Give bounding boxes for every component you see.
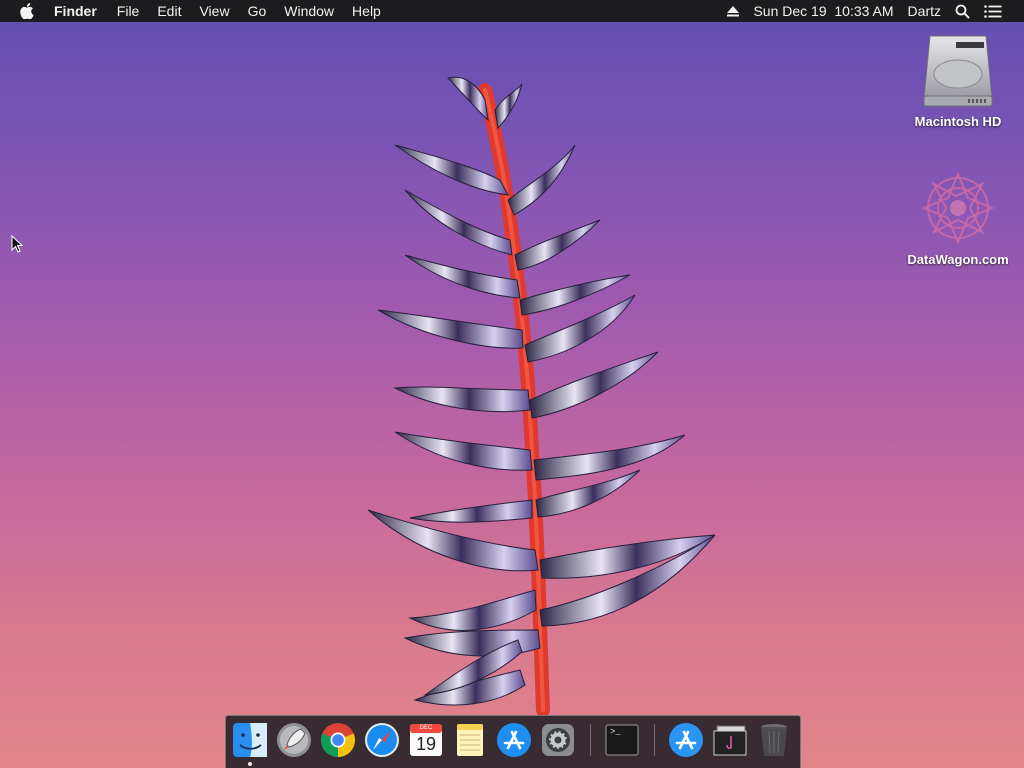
menu-window[interactable]: Window: [284, 0, 334, 22]
menu-edit[interactable]: Edit: [157, 0, 181, 22]
dock-separator: [590, 724, 591, 756]
applications-folder-icon: [669, 723, 703, 757]
dock-notes[interactable]: [451, 721, 489, 759]
dock-launchpad[interactable]: [275, 721, 313, 759]
system-preferences-icon: [542, 724, 574, 756]
desktop-icon-macintosh-hd[interactable]: Macintosh HD: [898, 30, 1018, 129]
dock-safari[interactable]: [363, 721, 401, 759]
dock-app-store[interactable]: [495, 721, 533, 759]
menu-app-finder[interactable]: Finder: [54, 0, 97, 22]
app-store-icon: [497, 723, 531, 757]
desktop-icon-label: Macintosh HD: [914, 114, 1002, 129]
menu-file[interactable]: File: [117, 0, 140, 22]
downloads-stack-icon: [713, 725, 747, 756]
dock-terminal[interactable]: >_: [603, 721, 641, 759]
notification-center-icon[interactable]: [984, 4, 1002, 18]
dock-chrome[interactable]: [319, 721, 357, 759]
menu-view[interactable]: View: [199, 0, 229, 22]
safari-icon: [365, 723, 399, 757]
launchpad-icon: [277, 723, 311, 757]
desktop-icon-label: DataWagon.com: [907, 252, 1009, 267]
dock-running-indicator: [248, 762, 252, 766]
dock-downloads-stack[interactable]: [711, 721, 749, 759]
chrome-icon: [321, 723, 355, 757]
hard-drive-icon: [920, 30, 996, 110]
wallpaper-plant-image: [367, 76, 716, 717]
spotlight-search-icon[interactable]: [955, 4, 970, 19]
eject-icon[interactable]: [727, 5, 740, 17]
dock: DEC 19 >_: [225, 715, 801, 768]
trash-icon: [761, 724, 787, 756]
dock-calendar[interactable]: DEC 19: [407, 721, 445, 759]
datawagon-logo-icon: [920, 168, 996, 248]
dock-finder[interactable]: [231, 721, 269, 759]
dock-separator: [654, 724, 655, 756]
terminal-icon: [605, 724, 639, 756]
desktop[interactable]: Finder File Edit View Go Window Help Sun…: [0, 0, 1024, 768]
mouse-cursor-icon: [11, 235, 23, 253]
notes-icon: [457, 724, 483, 756]
menu-bar-status-area: Sun Dec 19 10:33 AM Dartz: [727, 0, 1024, 22]
menu-go[interactable]: Go: [248, 0, 267, 22]
menu-bar-clock[interactable]: Sun Dec 19 10:33 AM: [753, 3, 893, 19]
calendar-month: DEC: [419, 725, 433, 731]
menu-bar: Finder File Edit View Go Window Help Sun…: [0, 0, 1024, 22]
dock-applications-folder[interactable]: [667, 721, 705, 759]
apple-menu-icon[interactable]: [20, 3, 36, 19]
terminal-prompt: >_: [610, 727, 621, 737]
dock-trash[interactable]: [755, 721, 793, 759]
desktop-icon-datawagon[interactable]: DataWagon.com: [898, 168, 1018, 267]
menu-bar-user[interactable]: Dartz: [908, 3, 941, 19]
finder-icon: [233, 723, 267, 757]
calendar-day: 19: [415, 734, 437, 754]
menu-help[interactable]: Help: [352, 0, 381, 22]
dock-system-preferences[interactable]: [539, 721, 577, 759]
